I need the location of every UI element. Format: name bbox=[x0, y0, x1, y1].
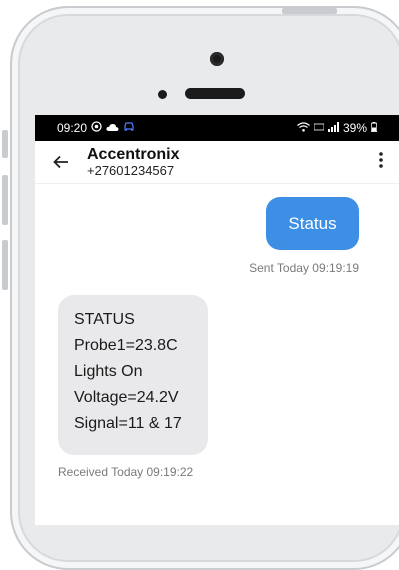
contact-info[interactable]: Accentronix +27601234567 bbox=[87, 145, 363, 178]
power-button bbox=[282, 8, 337, 14]
volume-down-button bbox=[2, 240, 8, 290]
battery-icon bbox=[370, 121, 378, 135]
mute-switch bbox=[2, 130, 8, 158]
message-line: Lights On bbox=[74, 363, 143, 380]
more-options-icon[interactable] bbox=[363, 151, 399, 174]
conversation-header: Accentronix +27601234567 bbox=[35, 141, 399, 184]
signal-icon bbox=[327, 121, 339, 135]
sent-message-bubble[interactable]: Status bbox=[266, 197, 359, 250]
received-message-bubble[interactable]: STATUS Probe1=23.8C Lights On Voltage=24… bbox=[58, 295, 208, 455]
volume-up-button bbox=[2, 175, 8, 225]
contact-number: +27601234567 bbox=[87, 162, 175, 178]
status-bar: 09:20 39% bbox=[35, 115, 399, 141]
phone-screen: 09:20 39% Accentronix +27601234567 Statu… bbox=[35, 115, 399, 525]
back-arrow-icon[interactable] bbox=[35, 149, 87, 175]
front-camera bbox=[210, 52, 224, 66]
sent-timestamp: Sent Today 09:19:19 bbox=[249, 261, 359, 275]
message-line: Signal=11 & 17 bbox=[74, 415, 182, 432]
cloud-icon bbox=[106, 121, 119, 135]
volte-icon bbox=[313, 121, 325, 135]
battery-percent: 39% bbox=[342, 121, 367, 135]
received-timestamp: Received Today 09:19:22 bbox=[58, 465, 194, 479]
sensor-dot bbox=[158, 90, 167, 99]
clock: 09:20 bbox=[57, 121, 88, 135]
earpiece-speaker bbox=[185, 88, 245, 99]
message-line: Voltage=24.2V bbox=[74, 389, 179, 406]
wifi-icon bbox=[297, 121, 310, 135]
contact-name: Accentronix bbox=[87, 145, 180, 163]
car-icon bbox=[123, 121, 135, 135]
message-line: Probe1=23.8C bbox=[74, 337, 178, 354]
screen-record-icon bbox=[91, 121, 102, 135]
message-line: STATUS bbox=[74, 311, 135, 328]
